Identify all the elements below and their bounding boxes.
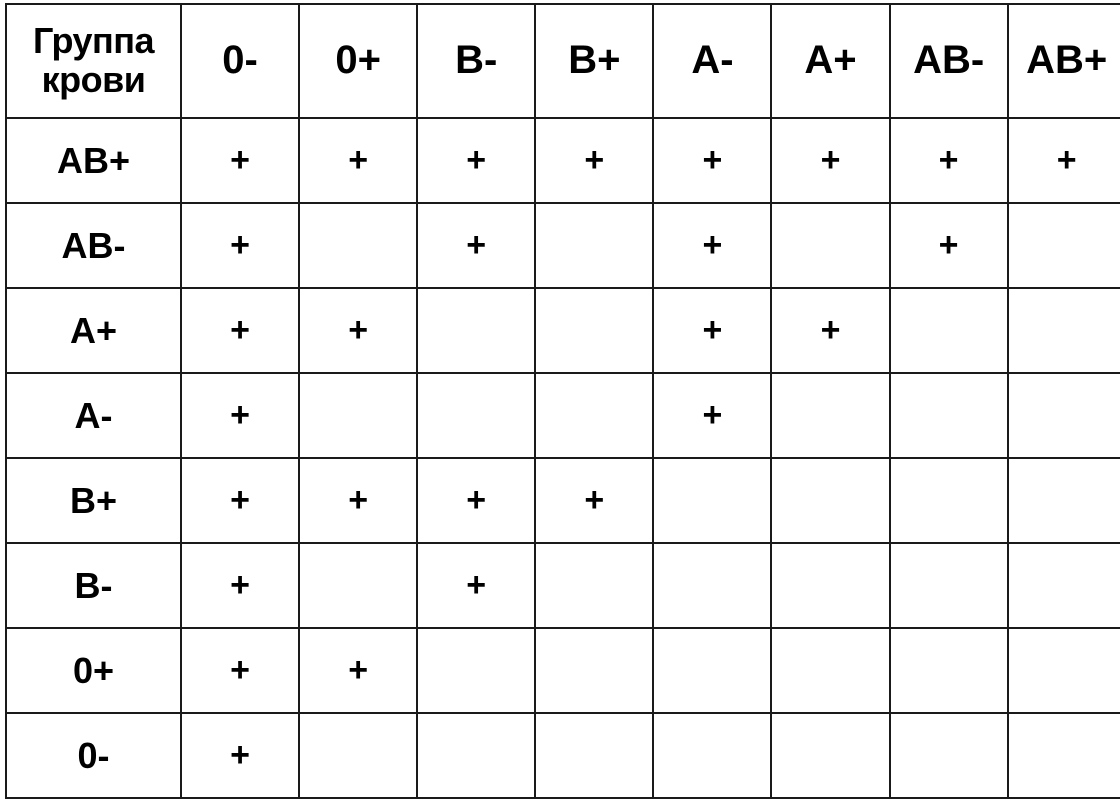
cell-ab-neg-b-neg: + bbox=[416, 202, 537, 289]
cell-b-neg-0-pos bbox=[298, 542, 419, 629]
cell-0-pos-0-neg: + bbox=[179, 627, 301, 714]
cell-a-neg-a-pos bbox=[770, 372, 891, 459]
cell-b-pos-b-pos: + bbox=[534, 457, 655, 544]
cell-ab-pos-0-pos: + bbox=[298, 117, 419, 204]
table-row: 0+ + + bbox=[5, 627, 1120, 714]
cell-b-neg-a-neg bbox=[652, 542, 773, 629]
cell-0-neg-b-neg bbox=[416, 712, 537, 799]
header-corner-blood-group: Группа крови bbox=[5, 3, 182, 119]
cell-a-pos-0-neg: + bbox=[179, 287, 301, 374]
cell-a-neg-0-neg: + bbox=[179, 372, 301, 459]
cell-ab-neg-a-neg: + bbox=[652, 202, 773, 289]
row-label-ab-neg: AB- bbox=[5, 202, 182, 289]
cell-a-neg-b-neg bbox=[416, 372, 537, 459]
cell-0-pos-b-neg bbox=[416, 627, 537, 714]
cell-a-neg-ab-pos bbox=[1006, 372, 1120, 459]
cell-ab-neg-ab-neg: + bbox=[888, 202, 1009, 289]
header-col-ab-neg: AB- bbox=[888, 3, 1009, 119]
table-header: Группа крови 0- 0+ B- B+ A- A+ AB- AB+ bbox=[5, 3, 1120, 119]
cell-0-neg-ab-neg bbox=[888, 712, 1009, 799]
row-label-b-pos: B+ bbox=[5, 457, 182, 544]
cell-ab-pos-b-neg: + bbox=[416, 117, 537, 204]
cell-0-pos-b-pos bbox=[534, 627, 655, 714]
header-col-ab-pos: AB+ bbox=[1006, 3, 1120, 119]
row-label-a-neg: A- bbox=[5, 372, 182, 459]
cell-b-neg-b-neg: + bbox=[416, 542, 537, 629]
cell-0-neg-ab-pos bbox=[1006, 712, 1120, 799]
header-col-a-pos: A+ bbox=[770, 3, 891, 119]
cell-ab-pos-ab-neg: + bbox=[888, 117, 1009, 204]
cell-a-pos-ab-neg bbox=[888, 287, 1009, 374]
cell-0-pos-ab-neg bbox=[888, 627, 1009, 714]
cell-0-neg-0-pos bbox=[298, 712, 419, 799]
table-row: AB+ + + + + + + + + bbox=[5, 117, 1120, 204]
row-label-0-pos: 0+ bbox=[5, 627, 182, 714]
row-label-a-pos: A+ bbox=[5, 287, 182, 374]
blood-compatibility-table-container: Группа крови 0- 0+ B- B+ A- A+ AB- AB+ A… bbox=[0, 0, 1120, 799]
header-col-0-neg: 0- bbox=[179, 3, 301, 119]
cell-b-neg-0-neg: + bbox=[179, 542, 301, 629]
cell-ab-pos-b-pos: + bbox=[534, 117, 655, 204]
header-row: Группа крови 0- 0+ B- B+ A- A+ AB- AB+ bbox=[5, 3, 1120, 119]
cell-0-pos-a-neg bbox=[652, 627, 773, 714]
cell-ab-neg-0-neg: + bbox=[179, 202, 301, 289]
table-row: B- + + bbox=[5, 542, 1120, 629]
cell-b-neg-b-pos bbox=[534, 542, 655, 629]
cell-b-pos-a-pos bbox=[770, 457, 891, 544]
table-row: A+ + + + + bbox=[5, 287, 1120, 374]
cell-ab-pos-ab-pos: + bbox=[1006, 117, 1120, 204]
cell-b-pos-0-neg: + bbox=[179, 457, 301, 544]
cell-ab-neg-b-pos bbox=[534, 202, 655, 289]
cell-0-pos-0-pos: + bbox=[298, 627, 419, 714]
cell-ab-pos-0-neg: + bbox=[179, 117, 301, 204]
cell-ab-pos-a-pos: + bbox=[770, 117, 891, 204]
cell-a-pos-0-pos: + bbox=[298, 287, 419, 374]
corner-label-line-1: Группа bbox=[32, 20, 155, 62]
cell-0-neg-b-pos bbox=[534, 712, 655, 799]
corner-label-line-2: крови bbox=[41, 59, 146, 100]
row-label-0-neg: 0- bbox=[5, 712, 182, 799]
row-label-ab-pos: AB+ bbox=[5, 117, 182, 204]
cell-ab-neg-ab-pos bbox=[1006, 202, 1120, 289]
header-col-a-neg: A- bbox=[652, 3, 773, 119]
cell-b-pos-0-pos: + bbox=[298, 457, 419, 544]
cell-a-pos-a-neg: + bbox=[652, 287, 773, 374]
header-col-0-pos: 0+ bbox=[298, 3, 419, 119]
cell-a-neg-ab-neg bbox=[888, 372, 1009, 459]
table-body: AB+ + + + + + + + + AB- + + + + A+ + + +… bbox=[5, 117, 1120, 799]
cell-0-pos-a-pos bbox=[770, 627, 891, 714]
cell-0-neg-0-neg: + bbox=[179, 712, 301, 799]
row-label-b-neg: B- bbox=[5, 542, 182, 629]
cell-b-neg-ab-neg bbox=[888, 542, 1009, 629]
blood-compatibility-table: Группа крови 0- 0+ B- B+ A- A+ AB- AB+ A… bbox=[5, 3, 1120, 799]
cell-b-neg-ab-pos bbox=[1006, 542, 1120, 629]
cell-ab-pos-a-neg: + bbox=[652, 117, 773, 204]
cell-a-neg-b-pos bbox=[534, 372, 655, 459]
cell-a-pos-b-neg bbox=[416, 287, 537, 374]
table-row: A- + + bbox=[5, 372, 1120, 459]
table-row: B+ + + + + bbox=[5, 457, 1120, 544]
cell-a-pos-ab-pos bbox=[1006, 287, 1120, 374]
cell-b-pos-a-neg bbox=[652, 457, 773, 544]
cell-0-neg-a-pos bbox=[770, 712, 891, 799]
cell-b-pos-ab-neg bbox=[888, 457, 1009, 544]
cell-0-pos-ab-pos bbox=[1006, 627, 1120, 714]
header-col-b-pos: B+ bbox=[534, 3, 655, 119]
cell-b-neg-a-pos bbox=[770, 542, 891, 629]
cell-a-neg-0-pos bbox=[298, 372, 419, 459]
table-row: 0- + bbox=[5, 712, 1120, 799]
cell-0-neg-a-neg bbox=[652, 712, 773, 799]
cell-b-pos-b-neg: + bbox=[416, 457, 537, 544]
cell-a-neg-a-neg: + bbox=[652, 372, 773, 459]
header-col-b-neg: B- bbox=[416, 3, 537, 119]
cell-ab-neg-a-pos bbox=[770, 202, 891, 289]
cell-a-pos-b-pos bbox=[534, 287, 655, 374]
cell-a-pos-a-pos: + bbox=[770, 287, 891, 374]
table-row: AB- + + + + bbox=[5, 202, 1120, 289]
cell-ab-neg-0-pos bbox=[298, 202, 419, 289]
cell-b-pos-ab-pos bbox=[1006, 457, 1120, 544]
